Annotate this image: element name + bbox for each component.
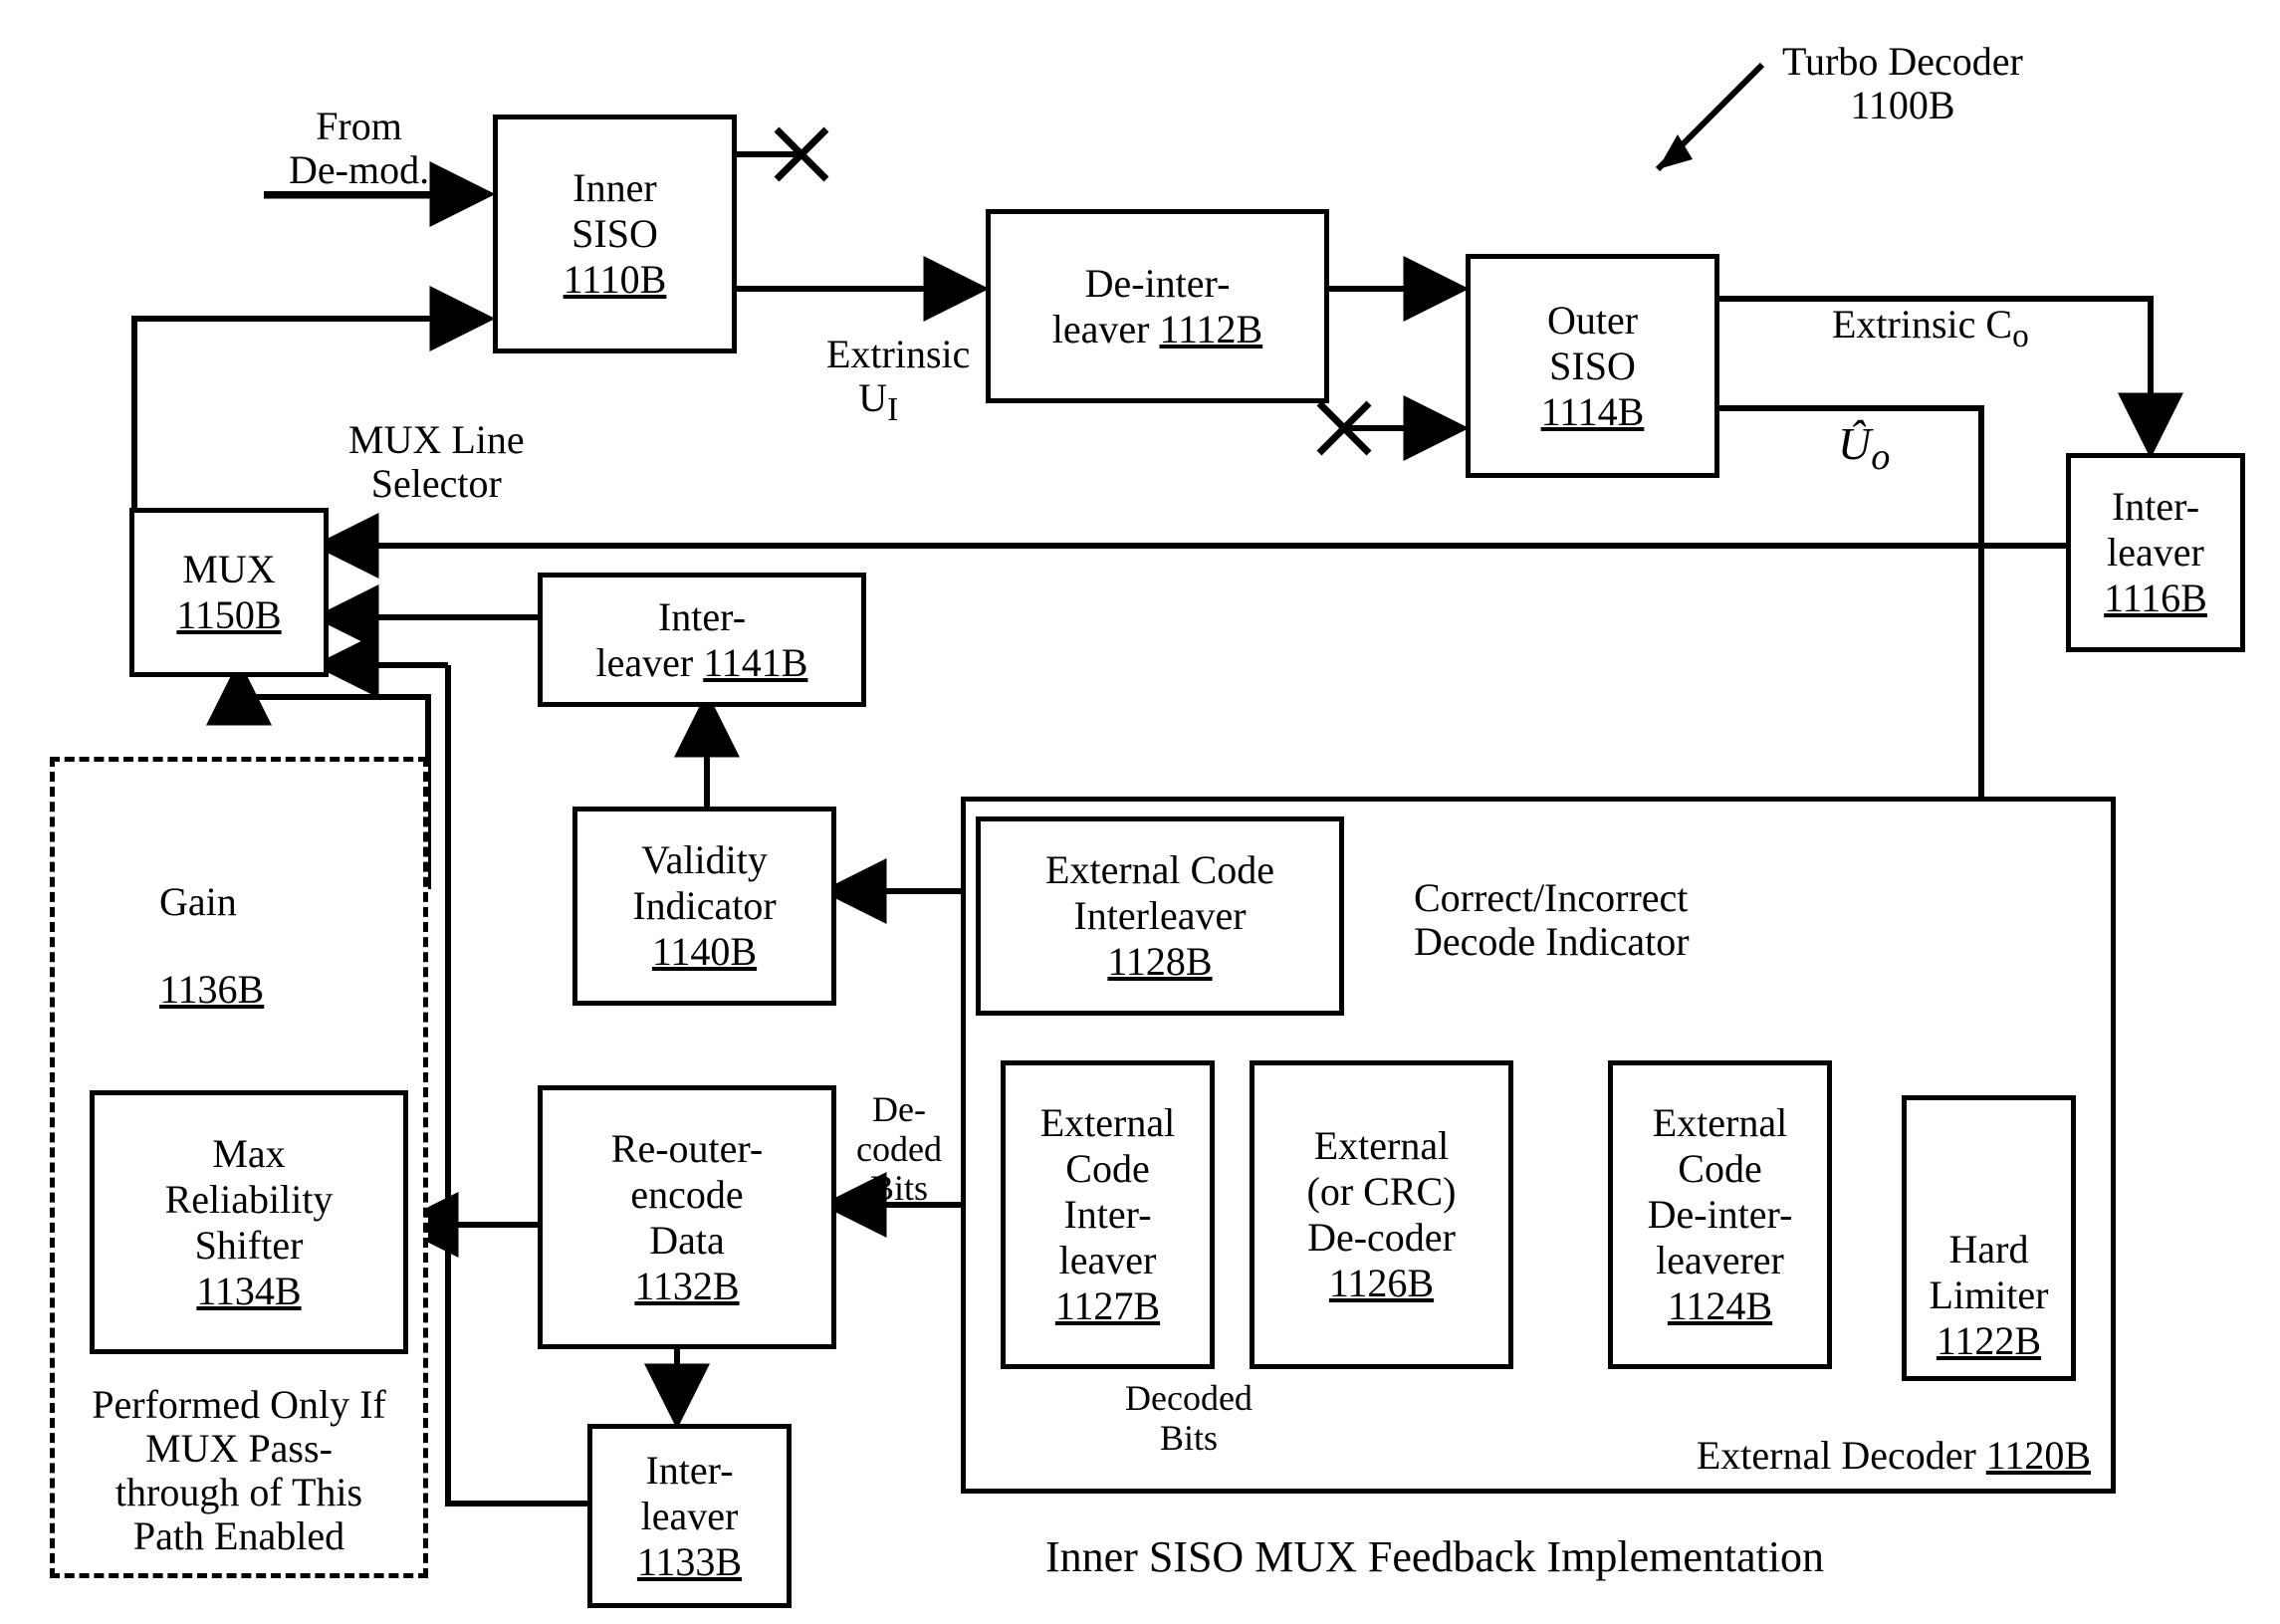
hard-limiter: Hard Limiter 1122B <box>1902 1095 2076 1381</box>
decoded-bits-horizontal: Decoded Bits <box>1125 1379 1253 1458</box>
correct-incorrect-label: Correct/Incorrect Decode Indicator <box>1414 876 1690 964</box>
extrinsic-ui-label: Extrinsic UI <box>787 289 970 473</box>
validity-indicator: Validity Indicator 1140B <box>572 807 836 1006</box>
inner-siso: Inner SISO 1110B <box>493 115 737 353</box>
ext-crc-decoder-1126: External (or CRC) De-coder 1126B <box>1250 1060 1513 1369</box>
max-reliability-shifter: Max Reliability Shifter 1134B <box>90 1090 408 1354</box>
deinterleaver: De-inter- leaver 1112B <box>986 209 1329 403</box>
title-callout: Turbo Decoder 1100B <box>1782 40 2023 127</box>
mux-line-selector-label: MUX Line Selector <box>348 418 525 506</box>
diagram-stage: Performed Only If MUX Pass- through of T… <box>0 0 2280 1624</box>
u-hat-label: Ûo <box>1792 368 1890 529</box>
mux: MUX 1150B <box>129 508 329 677</box>
re-outer-encode: Re-outer- encode Data 1132B <box>538 1085 836 1349</box>
ext-code-interleaver-1127: External Code Inter- leaver 1127B <box>1001 1060 1215 1369</box>
gain-label: Gain 1136B <box>119 836 264 1055</box>
ext-code-deinterleaver-1124: External Code De-inter- leaverer 1124B <box>1608 1060 1832 1369</box>
decoded-bits-vertical: De- coded Bits <box>856 1090 942 1209</box>
outer-siso: Outer SISO 1114B <box>1466 254 1719 478</box>
interleaver-1141: Inter- leaver 1141B <box>538 573 866 707</box>
caption: Inner SISO MUX Feedback Implementation <box>1045 1533 1824 1581</box>
external-decoder-label: External Decoder 1120B <box>1697 1433 2091 1479</box>
dashed-note: Performed Only If MUX Pass- through of T… <box>92 1383 385 1558</box>
interleaver-1116: Inter- leaver 1116B <box>2066 453 2245 652</box>
ext-code-interleaver-1128: External Code Interleaver 1128B <box>976 816 1344 1016</box>
from-demod-label: From De-mod. <box>289 105 429 192</box>
interleaver-1133: Inter- leaver 1133B <box>587 1424 792 1608</box>
